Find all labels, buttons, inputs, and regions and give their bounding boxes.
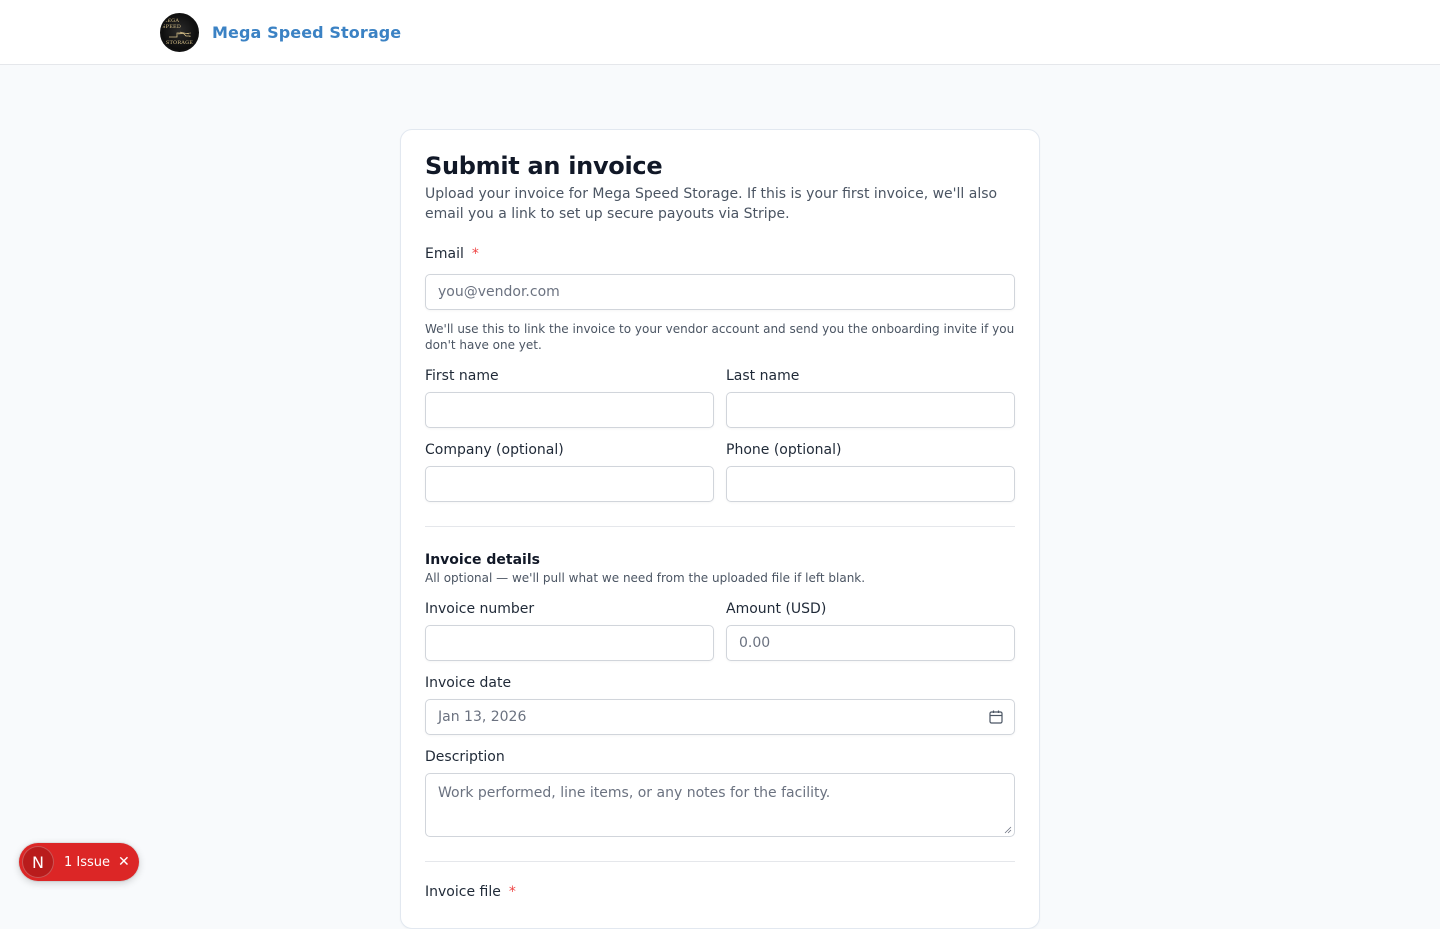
logo-top-text: MEGA SPEED [162,18,182,30]
invoice-form-card: Submit an invoice Upload your invoice fo… [400,129,1040,929]
email-help-text: We'll use this to link the invoice to yo… [425,322,1015,352]
invoice-file-label: Invoice file * [425,884,516,900]
last-name-label: Last name [726,368,800,384]
description-label: Description [425,749,505,765]
section-divider [425,526,1015,527]
amount-field[interactable]: 0.00 [726,625,1015,661]
required-mark: * [471,246,479,262]
invoice-details-title: Invoice details [425,552,540,568]
email-field[interactable]: you@vendor.com [425,274,1015,310]
close-icon[interactable]: ✕ [118,855,130,869]
invoice-date-picker[interactable]: Jan 13, 2026 [425,699,1015,735]
phone-label: Phone (optional) [726,442,842,458]
invoice-number-field[interactable] [425,625,714,661]
invoice-date-value: Jan 13, 2026 [438,709,527,725]
email-label-text: Email [425,246,464,262]
email-placeholder: you@vendor.com [438,284,560,300]
company-label: Company (optional) [425,442,564,458]
company-field[interactable] [425,466,714,502]
invoice-file-label-text: Invoice file [425,884,501,900]
first-name-field[interactable] [425,392,714,428]
logo-bottom-text: STORAGE [165,40,194,46]
required-mark: * [508,884,516,900]
logo-truck-icon [168,31,191,38]
brand-name[interactable]: Mega Speed Storage [212,23,401,42]
description-textarea[interactable]: Work performed, line items, or any notes… [425,773,1015,837]
form-intro: Upload your invoice for Mega Speed Stora… [425,186,998,222]
issues-count-label[interactable]: 1 Issue [64,855,110,870]
amount-placeholder: 0.00 [739,635,771,651]
resize-handle-icon[interactable] [1004,826,1012,834]
invoice-details-subtitle: All optional — we'll pull what we need f… [425,571,866,585]
issues-indicator[interactable]: N 1 Issue ✕ [19,843,139,881]
email-label: Email * [425,246,479,262]
last-name-field[interactable] [726,392,1015,428]
brand[interactable]: MEGA SPEED STORAGE Mega Speed Storage [160,12,401,52]
first-name-label: First name [425,368,499,384]
calendar-icon[interactable] [988,709,1004,725]
phone-field[interactable] [726,466,1015,502]
invoice-number-label: Invoice number [425,601,535,617]
next-logo-badge[interactable]: N [22,846,54,878]
top-bar: MEGA SPEED STORAGE Mega Speed Storage [0,0,1440,65]
amount-label: Amount (USD) [726,601,827,617]
page-title: Submit an invoice [425,152,663,180]
invoice-date-label: Invoice date [425,675,512,691]
section-divider-2 [425,861,1015,862]
description-placeholder: Work performed, line items, or any notes… [438,785,831,801]
brand-logo: MEGA SPEED STORAGE [160,12,199,52]
